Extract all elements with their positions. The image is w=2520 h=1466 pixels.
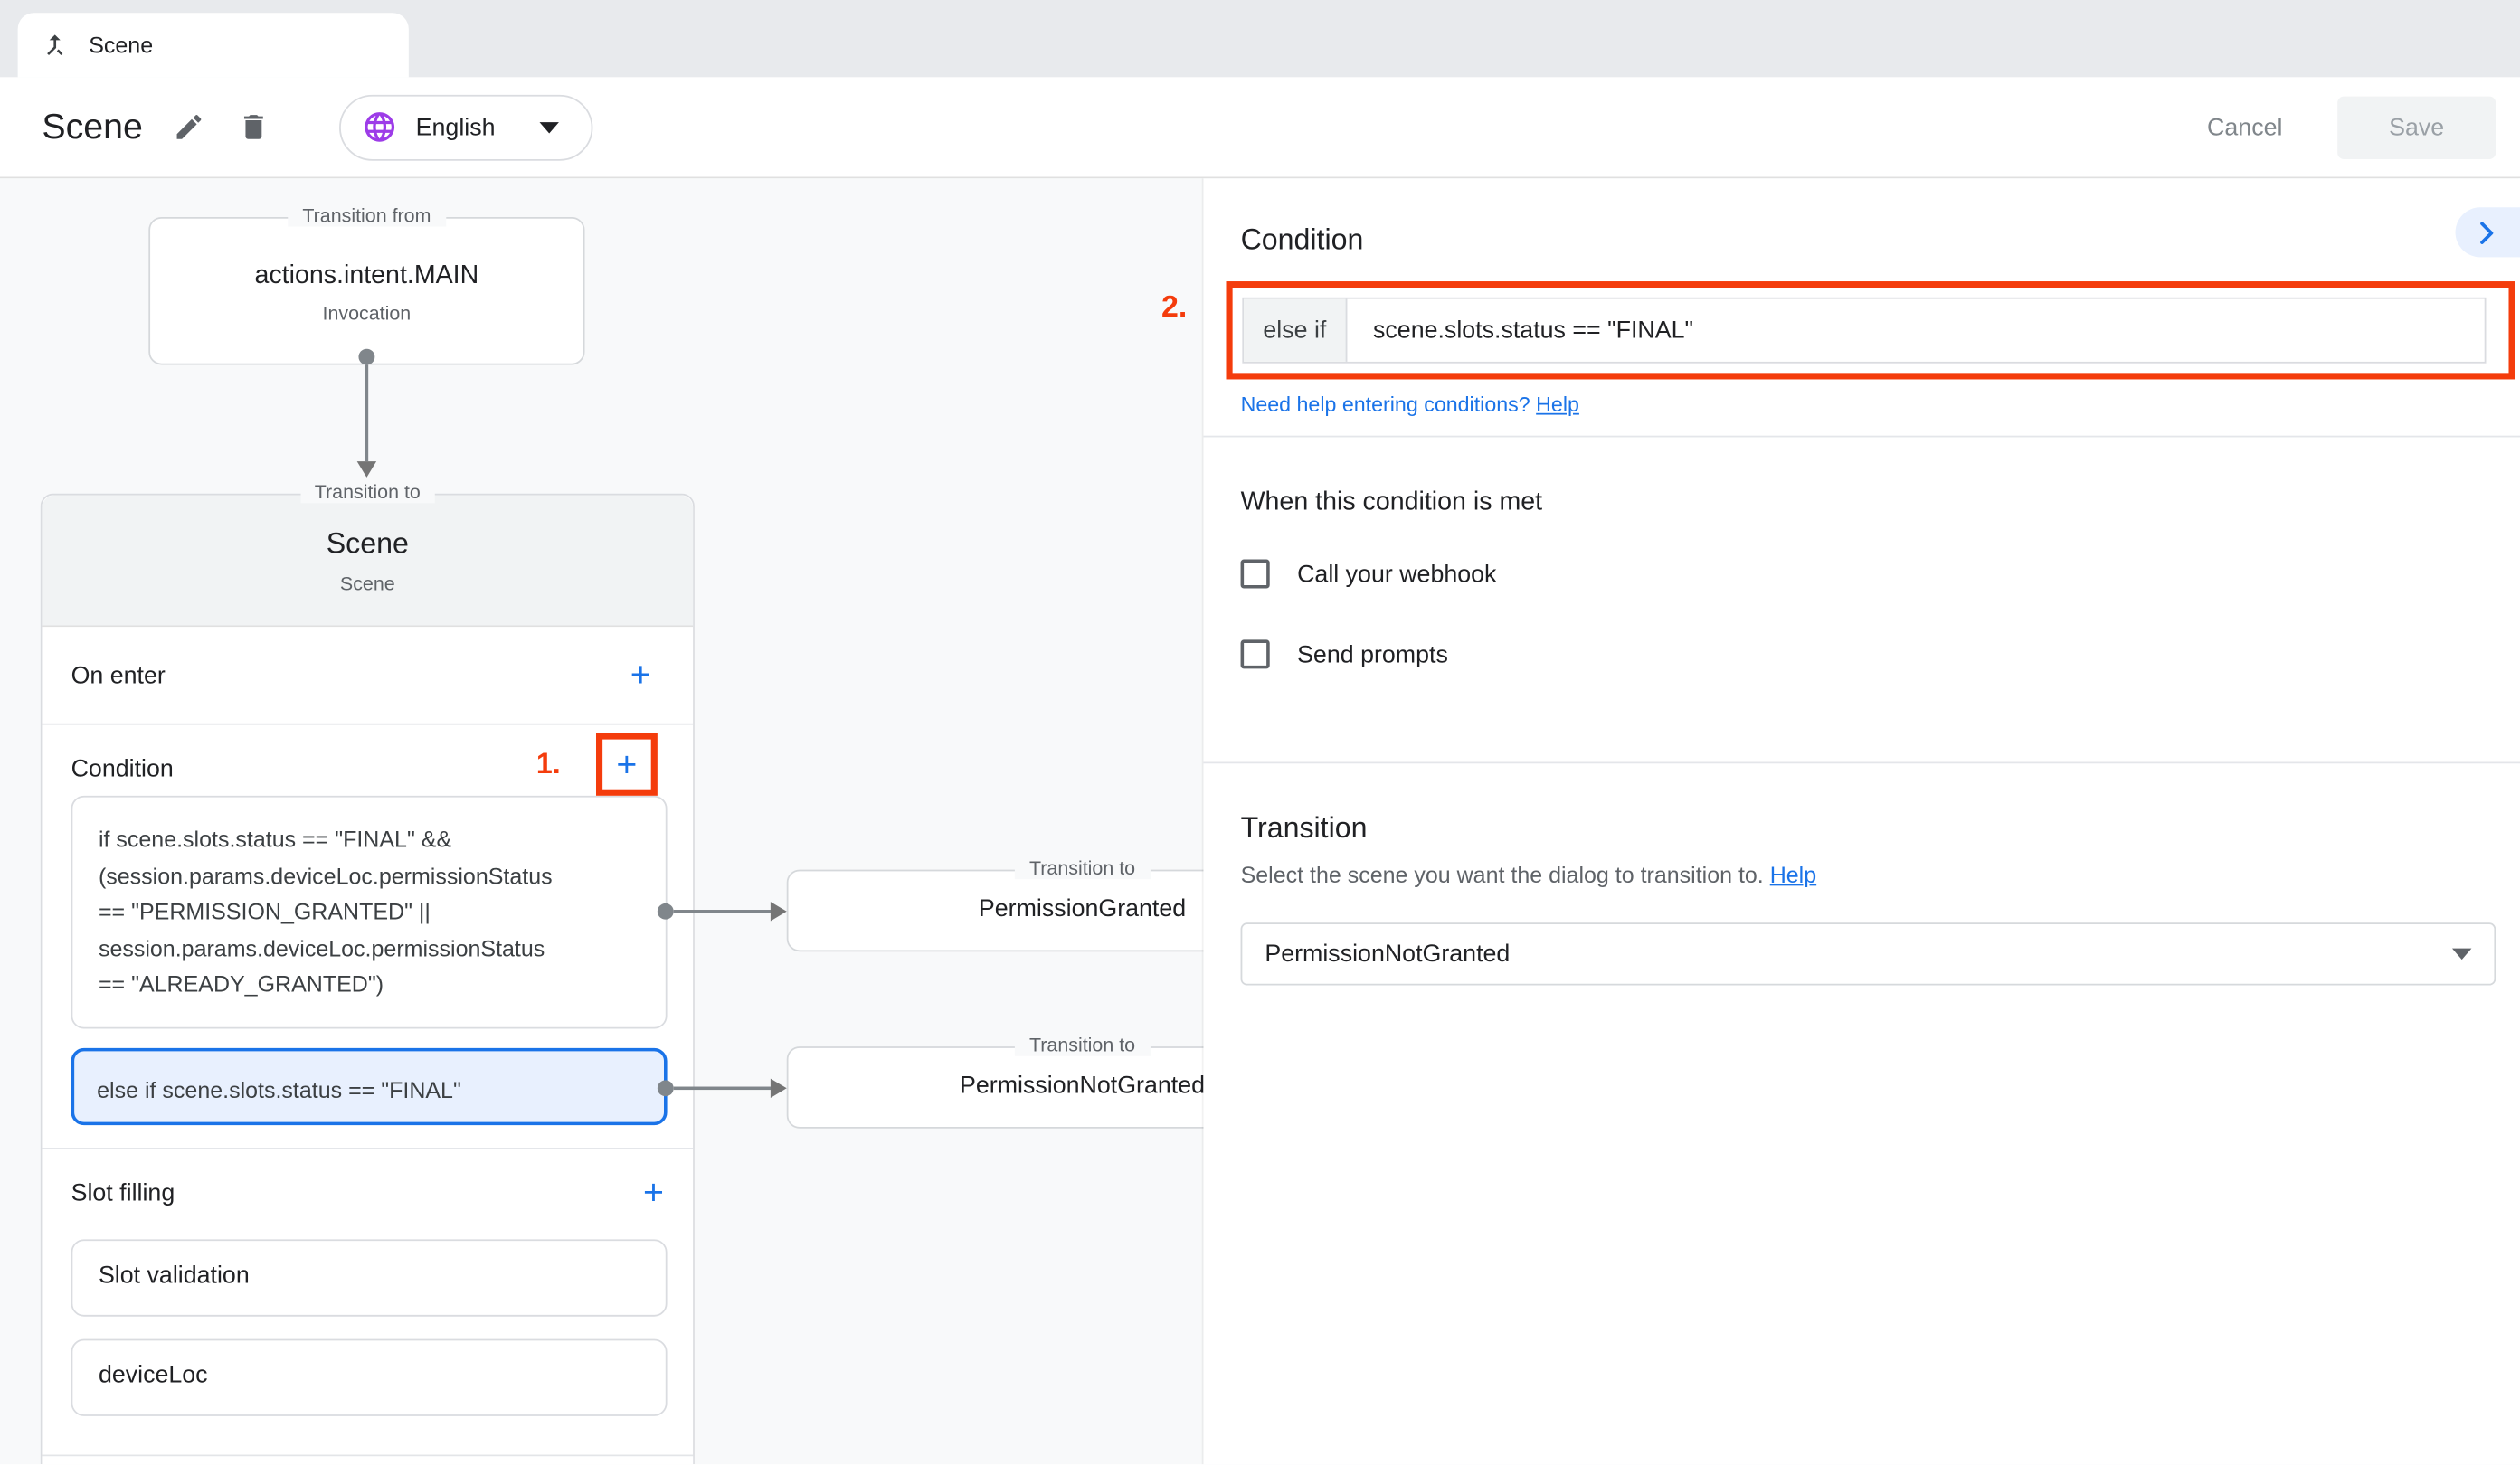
- tab-label: Scene: [89, 33, 153, 58]
- language-selector[interactable]: English: [340, 94, 592, 160]
- condition-item-selected[interactable]: else if scene.slots.status == "FINAL": [71, 1048, 668, 1125]
- scene-name: Scene: [42, 495, 693, 561]
- edit-scene-button[interactable]: [162, 99, 217, 154]
- cancel-button[interactable]: Cancel: [2172, 98, 2318, 157]
- condition-expression-input[interactable]: scene.slots.status == "FINAL": [1347, 299, 2484, 362]
- on-enter-label: On enter: [71, 661, 166, 688]
- annotation-box-2: else if scene.slots.status == "FINAL": [1226, 281, 2515, 379]
- save-button[interactable]: Save: [2337, 96, 2496, 158]
- connector-line: [365, 364, 369, 461]
- header-bar: Scene English Cancel Save: [0, 77, 2520, 178]
- transition-scene-select[interactable]: PermissionNotGranted: [1241, 922, 2496, 985]
- select-caret-icon: [2452, 949, 2471, 960]
- call-webhook-label: Call your webhook: [1297, 560, 1496, 587]
- language-label: English: [416, 113, 496, 140]
- add-on-enter-button[interactable]: +: [630, 657, 651, 693]
- intent-type: Invocation: [150, 302, 583, 325]
- tab-scene[interactable]: Scene: [18, 13, 409, 77]
- transition-to-legend: Transition to: [1015, 856, 1150, 879]
- annotation-step-2: 2.: [1161, 291, 1187, 326]
- call-webhook-row: Call your webhook: [1241, 560, 2520, 589]
- condition-input-group: else if scene.slots.status == "FINAL": [1242, 298, 2486, 364]
- app-window: Scene Scene English Cancel Save Transiti…: [0, 0, 2520, 1466]
- arrow-right-icon: [771, 902, 787, 921]
- slot-item-deviceloc[interactable]: deviceLoc: [71, 1339, 668, 1416]
- slot-item-validation[interactable]: Slot validation: [71, 1239, 668, 1316]
- transition-to-legend: Transition to: [1015, 1034, 1150, 1056]
- condition-section-header: Condition 1. +: [71, 744, 668, 792]
- transition-title: Transition: [1241, 812, 2520, 846]
- collapse-panel-button[interactable]: [2456, 207, 2520, 257]
- delete-scene-button[interactable]: [227, 99, 282, 154]
- transition-to-legend: Transition to: [300, 480, 435, 503]
- panel-title: Condition: [1241, 221, 2520, 260]
- chevron-right-icon: [2470, 216, 2503, 249]
- transition-from-node[interactable]: Transition from actions.intent.MAIN Invo…: [148, 217, 584, 365]
- slot-filling-section: Slot filling + Slot validation deviceLoc: [42, 1149, 693, 1456]
- transition-description: Select the scene you want the dialog to …: [1241, 862, 2520, 887]
- condition-edit-panel: Condition else if scene.slots.status == …: [1203, 178, 2520, 1464]
- condition-help-link[interactable]: Help: [1536, 393, 1579, 417]
- connector-dot: [658, 903, 674, 920]
- pencil-icon: [174, 111, 206, 144]
- tab-strip: Scene: [0, 0, 2520, 77]
- condition-label: Condition: [71, 754, 174, 781]
- send-prompts-label: Send prompts: [1297, 640, 1448, 667]
- transition-scene-selected-value: PermissionNotGranted: [1265, 941, 2452, 968]
- call-webhook-checkbox[interactable]: [1241, 560, 1270, 589]
- annotation-box-1: +: [596, 733, 658, 795]
- transition-from-legend: Transition from: [288, 204, 445, 227]
- on-enter-section: On enter +: [42, 627, 693, 724]
- panel-divider: [1203, 436, 2520, 438]
- connector-line: [674, 1087, 774, 1091]
- workspace: Transition from actions.intent.MAIN Invo…: [0, 178, 2520, 1464]
- arrow-right-icon: [771, 1079, 787, 1098]
- add-condition-button[interactable]: +: [616, 747, 637, 782]
- connector-dot: [658, 1080, 674, 1096]
- chevron-down-icon: [539, 121, 558, 132]
- send-prompts-row: Send prompts: [1241, 639, 2520, 668]
- trash-icon: [238, 111, 270, 144]
- scene-merge-icon: [41, 31, 70, 60]
- page-title: Scene: [42, 106, 142, 147]
- condition-help-line: Need help entering conditions? Help: [1241, 393, 2520, 417]
- add-slot-button[interactable]: +: [643, 1175, 664, 1210]
- transition-help-link[interactable]: Help: [1770, 862, 1816, 887]
- connector-line: [674, 910, 774, 913]
- annotation-step-1: 1.: [536, 747, 561, 780]
- intent-name: actions.intent.MAIN: [150, 262, 583, 291]
- condition-item[interactable]: if scene.slots.status == "FINAL" && (ses…: [71, 796, 668, 1029]
- condition-section: Condition 1. + if scene.slots.status == …: [42, 725, 693, 1149]
- send-prompts-checkbox[interactable]: [1241, 639, 1270, 668]
- else-if-prefix: else if: [1244, 299, 1347, 362]
- arrow-down-icon: [357, 461, 376, 478]
- connector-dot: [358, 349, 374, 365]
- scene-card-footer: [42, 1456, 693, 1464]
- scene-card-header: Scene Scene: [42, 495, 693, 627]
- slot-filling-label: Slot filling: [71, 1179, 175, 1206]
- help-line-text: Need help entering conditions?: [1241, 393, 1530, 417]
- globe-icon: [363, 109, 398, 145]
- scene-node-card: Transition to Scene Scene On enter + Con…: [41, 494, 695, 1465]
- when-met-title: When this condition is met: [1241, 488, 2520, 517]
- scene-type: Scene: [42, 572, 693, 595]
- slot-filling-header: Slot filling +: [71, 1168, 668, 1216]
- panel-divider: [1203, 761, 2520, 763]
- transition-description-text: Select the scene you want the dialog to …: [1241, 862, 1764, 887]
